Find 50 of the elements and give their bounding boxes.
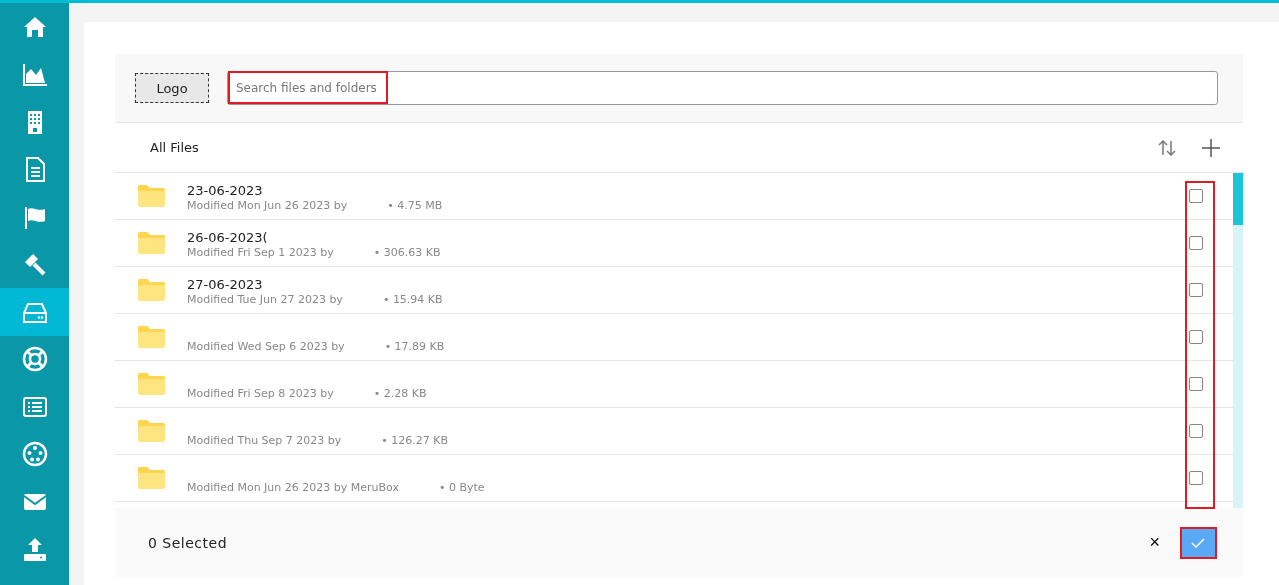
lifebuoy-icon — [20, 345, 49, 374]
file-size: • 17.89 KB — [384, 340, 445, 353]
folder-icon — [138, 185, 165, 207]
film-reel-icon — [20, 440, 49, 469]
file-size: • 306.63 KB — [373, 246, 441, 259]
file-row[interactable]: Modified Thu Sep 7 2023 by • 126.27 KB — [115, 408, 1233, 455]
file-size: • 4.75 MB — [387, 199, 443, 212]
checkbox[interactable] — [1189, 377, 1203, 391]
checkbox[interactable] — [1189, 283, 1203, 297]
file-size: • 0 Byte — [439, 481, 485, 494]
file-row[interactable]: Modified Wed Sep 6 2023 by • 17.89 KB — [115, 314, 1233, 361]
cancel-button[interactable]: × — [1149, 532, 1160, 553]
modified-info: Modified Mon Jun 26 2023 by — [187, 199, 348, 212]
checkbox[interactable] — [1189, 189, 1203, 203]
checkbox[interactable] — [1189, 330, 1203, 344]
search-field[interactable]: Search files and folders — [227, 71, 1218, 105]
folder-icon — [138, 420, 165, 442]
file-row[interactable]: Modified Fri Sep 8 2023 by • 2.28 KB — [115, 361, 1233, 408]
checkbox[interactable] — [1189, 424, 1203, 438]
file-size: • 126.27 KB — [381, 434, 449, 447]
modified-info: Modified Mon Jun 26 2023 by MeruBox — [187, 481, 399, 494]
file-name: 26-06-2023( — [187, 230, 269, 245]
section-title: All Files — [150, 140, 200, 155]
modified-info: Modified Tue Jun 27 2023 by — [187, 293, 343, 306]
modified-info: Modified Thu Sep 7 2023 by — [187, 434, 342, 447]
selected-count: 0 Selected — [148, 534, 229, 551]
scrollbar-thumb[interactable] — [1233, 173, 1243, 225]
logo: Logo — [135, 73, 209, 103]
highlight-frame — [1180, 527, 1217, 559]
file-name: 27-06-2023 — [187, 277, 264, 292]
file-name: 23-06-2023 — [187, 183, 264, 198]
file-size: • 2.28 KB — [373, 387, 427, 400]
file-row[interactable]: 26-06-2023( Modified Fri Sep 1 2023 by • 306.63 KB — [115, 220, 1233, 267]
checkbox[interactable] — [1189, 236, 1203, 250]
checkbox[interactable] — [1189, 471, 1203, 485]
modified-info: Modified Fri Sep 1 2023 by — [187, 246, 334, 259]
folder-icon — [138, 232, 165, 254]
scrollbar[interactable] — [1233, 173, 1243, 508]
modified-info: Modified Fri Sep 8 2023 by — [187, 387, 334, 400]
sidebar-item[interactable] — [0, 288, 69, 336]
file-row[interactable]: 23-06-2023 Modified Mon Jun 26 2023 by • 4.75 MB — [115, 173, 1233, 220]
folder-icon — [138, 467, 165, 489]
check-icon — [1191, 537, 1205, 548]
folder-icon — [138, 279, 165, 301]
folder-icon — [138, 373, 165, 395]
file-size: • 15.94 KB — [382, 293, 443, 306]
file-row[interactable]: 27-06-2023 Modified Tue Jun 27 2023 by • 15.94 KB — [115, 267, 1233, 314]
folder-icon — [138, 326, 165, 348]
modified-info: Modified Wed Sep 6 2023 by — [187, 340, 345, 353]
file-row[interactable]: Modified Mon Jun 26 2023 by MeruBox • 0 Byte — [115, 455, 1233, 502]
